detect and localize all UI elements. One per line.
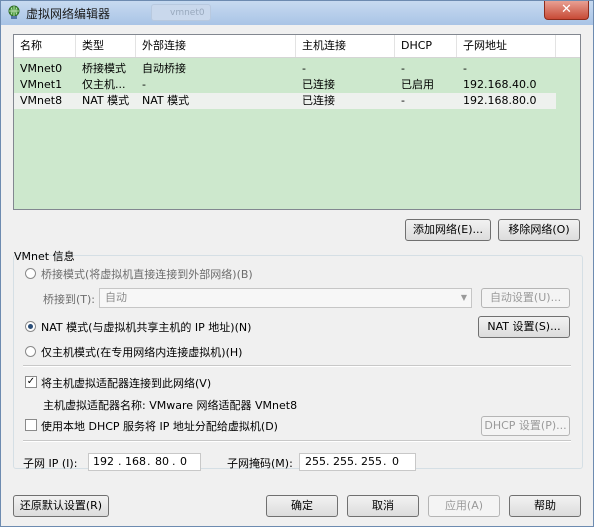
cell-subnet: 192.168.80.0 [463,94,537,107]
connect-adapter-checkbox[interactable]: ✓ [25,376,37,388]
ip-dot: . [147,455,151,468]
column-header-dhcp[interactable]: DHCP [395,35,457,57]
divider [23,440,571,442]
table-row[interactable]: VMnet1 仅主机... - 已连接 已启用 192.168.40.0 [14,77,556,93]
cell-type: 仅主机... [82,78,126,91]
virtual-network-editor-window: 虚拟网络编辑器 vmnet0 ✕ 名称 类型 外部连接 主机连接 DHCP 子网… [0,0,594,527]
ip-octet: 0 [180,455,187,468]
ip-dot: . [354,455,358,468]
auto-settings-button[interactable]: 自动设置(U)... [481,288,570,308]
close-button[interactable]: ✕ [544,1,589,20]
background-window-tab: vmnet0 [151,4,211,21]
host-only-radio[interactable] [25,346,36,357]
cell-external: NAT 模式 [142,94,190,107]
cell-name: VMnet1 [20,78,63,91]
vmnet-info-title: VMnet 信息 [14,250,75,263]
help-button[interactable]: 帮助 [509,495,581,517]
ok-button[interactable]: 确定 [266,495,338,517]
ip-dot: . [118,455,122,468]
table-row-selected[interactable]: VMnet8 NAT 模式 NAT 模式 已连接 - 192.168.80.0 [14,93,556,109]
host-only-label: 仅主机模式(在专用网络内连接虚拟机)(H) [41,346,243,359]
column-header-name[interactable]: 名称 [14,35,76,57]
chevron-down-icon: ▼ [460,293,467,302]
nat-settings-button[interactable]: NAT 设置(S)... [478,316,570,338]
bridged-mode-label: 桥接模式(将虚拟机直接连接到外部网络)(B) [41,268,253,281]
column-header-subnet[interactable]: 子网地址 [457,35,556,57]
subnet-mask-input[interactable]: 255 . 255 . 255 . 0 [299,453,416,471]
cell-dhcp: - [401,94,405,107]
local-dhcp-checkbox[interactable] [25,419,37,431]
cell-dhcp: 已启用 [401,78,434,91]
ip-octet: 192 [93,455,114,468]
ip-octet: 255 [333,455,354,468]
cell-type: 桥接模式 [82,62,126,75]
column-header-external[interactable]: 外部连接 [136,35,296,57]
cell-subnet: - [463,62,467,75]
cell-subnet: 192.168.40.0 [463,78,537,91]
bridged-to-value: 自动 [105,291,127,304]
cell-host: - [302,62,306,75]
cell-host: 已连接 [302,78,335,91]
cell-name: VMnet0 [20,62,63,75]
cell-external: - [142,78,146,91]
local-dhcp-label: 使用本地 DHCP 服务将 IP 地址分配给虚拟机(D) [41,420,278,433]
bridged-to-label: 桥接到(T): [43,293,96,306]
dialog-client-area: 名称 类型 外部连接 主机连接 DHCP 子网地址 VMnet0 桥接模式 自动… [5,25,589,523]
column-header-type[interactable]: 类型 [76,35,136,57]
divider [23,365,571,367]
subnet-mask-label: 子网掩码(M): [227,457,293,470]
ip-dot: . [383,455,387,468]
subnet-ip-input[interactable]: 192 . 168 . 80 . 0 [88,453,201,471]
bridged-to-select[interactable]: 自动 ▼ [99,288,472,308]
cell-external: 自动桥接 [142,62,186,75]
connect-adapter-label: 将主机虚拟适配器连接到此网络(V) [41,377,212,390]
ip-octet: 0 [392,455,399,468]
ip-dot: . [172,455,176,468]
window-title: 虚拟网络编辑器 [26,7,111,21]
ip-octet: 255 [305,455,326,468]
ip-octet: 255 [361,455,382,468]
dhcp-settings-button[interactable]: DHCP 设置(P)... [481,416,570,436]
network-list[interactable]: 名称 类型 外部连接 主机连接 DHCP 子网地址 VMnet0 桥接模式 自动… [13,34,581,210]
apply-button[interactable]: 应用(A) [428,495,500,517]
cell-host: 已连接 [302,94,335,107]
column-header-host[interactable]: 主机连接 [296,35,395,57]
subnet-ip-label: 子网 IP (I): [23,457,78,470]
adapter-name-text: 主机虚拟适配器名称: VMware 网络适配器 VMnet8 [43,399,298,412]
network-globe-icon [8,5,20,19]
remove-network-button[interactable]: 移除网络(O) [498,219,580,241]
cell-dhcp: - [401,62,405,75]
restore-defaults-button[interactable]: 还原默认设置(R) [13,495,109,517]
list-header: 名称 类型 外部连接 主机连接 DHCP 子网地址 [14,35,580,58]
add-network-button[interactable]: 添加网络(E)... [405,219,491,241]
nat-mode-label: NAT 模式(与虚拟机共享主机的 IP 地址)(N) [41,321,252,334]
cell-name: VMnet8 [20,94,63,107]
nat-mode-radio[interactable] [25,321,36,332]
title-bar[interactable]: 虚拟网络编辑器 vmnet0 ✕ [1,1,593,25]
ip-octet: 80 [155,455,169,468]
ip-octet: 168 [125,455,146,468]
cell-type: NAT 模式 [82,94,130,107]
table-row[interactable]: VMnet0 桥接模式 自动桥接 - - - [14,61,556,77]
ip-dot: . [326,455,330,468]
bridged-mode-radio[interactable] [25,268,36,279]
cancel-button[interactable]: 取消 [347,495,419,517]
